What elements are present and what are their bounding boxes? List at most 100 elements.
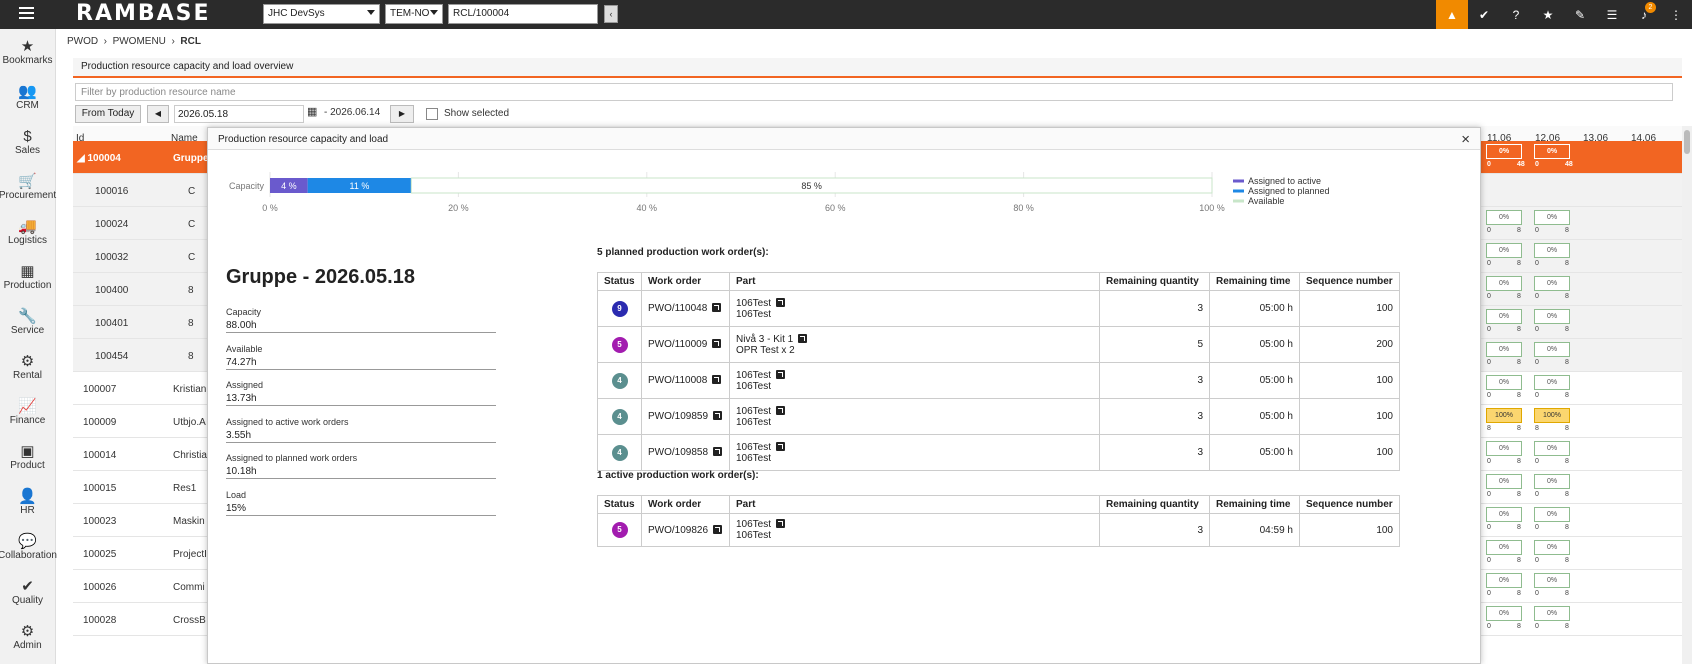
part-name[interactable]: 106Test <box>736 370 771 381</box>
warning-icon[interactable]: ▲ <box>1436 0 1468 29</box>
load-cell[interactable]: 0% 0 8 <box>1532 307 1572 337</box>
load-cell[interactable]: 100% 8 8 <box>1484 406 1524 436</box>
open-link-icon[interactable] <box>776 441 786 451</box>
filter-input[interactable]: Filter by production resource name <box>75 83 1673 101</box>
menu-icon[interactable] <box>19 7 34 20</box>
load-cell[interactable]: 0% 0 8 <box>1484 373 1524 403</box>
load-cell[interactable]: 0% 0 8 <box>1484 208 1524 238</box>
open-link-icon[interactable] <box>713 447 723 456</box>
open-link-icon[interactable] <box>713 524 723 534</box>
load-cell[interactable]: 0% 0 8 <box>1532 604 1572 634</box>
breadcrumb-pwod[interactable]: PWOD <box>67 36 98 47</box>
sequence-number: 100 <box>1299 398 1400 435</box>
sidebar-item-bookmarks[interactable]: ★ Bookmarks <box>0 29 55 74</box>
open-link-icon[interactable] <box>776 297 786 307</box>
work-order-link[interactable]: PWO/109826 <box>648 525 708 536</box>
part-name[interactable]: 106Test <box>736 406 771 417</box>
part-name[interactable]: 106Test <box>736 298 771 309</box>
check-circle-icon[interactable]: ✔ <box>1468 0 1500 29</box>
load-cell[interactable]: 0% 0 8 <box>1532 241 1572 271</box>
sidebar-item-crm[interactable]: 👥 CRM <box>0 74 55 119</box>
from-today-button[interactable]: From Today <box>75 105 141 123</box>
load-low: 0 <box>1535 359 1539 366</box>
more-icon[interactable]: ⋮ <box>1660 0 1692 29</box>
sidebar-item-finance[interactable]: 📈 Finance <box>0 389 55 434</box>
load-cell[interactable]: 0% 0 48 <box>1484 142 1525 172</box>
load-cell[interactable]: 0% 0 8 <box>1484 439 1524 469</box>
load-cell[interactable]: 0% 0 8 <box>1532 340 1572 370</box>
document-input[interactable]: RCL/100004 <box>448 4 598 24</box>
table-row[interactable]: 5 PWO/109826 106Test 106Test 3 04:59 h 100 <box>597 513 1400 547</box>
work-order-link[interactable]: PWO/109859 <box>648 411 708 422</box>
load-cell[interactable]: 0% 0 8 <box>1532 505 1572 535</box>
grid-scrollbar[interactable] <box>1682 126 1692 664</box>
table-row[interactable]: 4 PWO/109858 106Test 106Test 3 05:00 h 100 <box>597 434 1400 471</box>
load-cell[interactable]: 0% 0 8 <box>1532 472 1572 502</box>
close-icon[interactable]: × <box>1461 131 1470 148</box>
table-row[interactable]: 4 PWO/109859 106Test 106Test 3 05:00 h 100 <box>597 398 1400 435</box>
company-select[interactable]: JHC DevSys <box>263 4 380 24</box>
load-cell[interactable]: 0% 0 8 <box>1484 538 1524 568</box>
prev-button[interactable]: ◀ <box>147 105 169 123</box>
next-button[interactable]: ▶ <box>390 105 414 123</box>
open-link-icon[interactable] <box>712 375 722 384</box>
open-link-icon[interactable] <box>776 369 786 379</box>
part-name[interactable]: 106Test <box>736 519 771 530</box>
load-cell[interactable]: 0% 0 48 <box>1532 142 1573 172</box>
star-icon[interactable]: ★ <box>1532 0 1564 29</box>
rambase-logo[interactable]: RAMBASE <box>76 1 211 26</box>
work-order-link[interactable]: PWO/110009 <box>648 339 707 350</box>
sidebar-item-admin[interactable]: ⚙ Admin <box>0 614 55 659</box>
list-icon[interactable]: ☰ <box>1596 0 1628 29</box>
load-cell[interactable]: 0% 0 8 <box>1484 241 1524 271</box>
load-cell[interactable]: 0% 0 8 <box>1532 208 1572 238</box>
calendar-icon[interactable]: ▦ <box>307 105 317 118</box>
load-cell[interactable]: 0% 0 8 <box>1484 274 1524 304</box>
show-selected-checkbox[interactable] <box>426 108 438 120</box>
load-cell[interactable]: 0% 0 8 <box>1532 274 1572 304</box>
work-order-link[interactable]: PWO/110008 <box>648 375 707 386</box>
load-cell[interactable]: 0% 0 8 <box>1484 604 1524 634</box>
table-row[interactable]: 9 PWO/110048 106Test 106Test 3 05:00 h 100 <box>597 290 1400 327</box>
sidebar-item-logistics[interactable]: 🚚 Logistics <box>0 209 55 254</box>
back-button[interactable]: ‹ <box>604 5 618 23</box>
part-name[interactable]: Nivå 3 - Kit 1 <box>736 334 793 345</box>
load-cell[interactable]: 0% 0 8 <box>1484 571 1524 601</box>
open-link-icon[interactable] <box>713 411 723 420</box>
clip-icon[interactable]: ✎ <box>1564 0 1596 29</box>
locale-select[interactable]: TEM-NO <box>385 4 443 24</box>
help-icon[interactable]: ? <box>1500 0 1532 29</box>
load-cell[interactable]: 0% 0 8 <box>1484 472 1524 502</box>
work-order-link[interactable]: PWO/110048 <box>648 303 707 314</box>
load-cell[interactable]: 0% 0 8 <box>1532 538 1572 568</box>
load-cell[interactable]: 100% 8 8 <box>1532 406 1572 436</box>
table-row[interactable]: 4 PWO/110008 106Test 106Test 3 05:00 h 100 <box>597 362 1400 399</box>
open-link-icon[interactable] <box>776 519 786 528</box>
load-cell[interactable]: 0% 0 8 <box>1532 439 1572 469</box>
open-link-icon[interactable] <box>798 333 808 343</box>
sidebar-item-label: Service <box>10 324 45 336</box>
breadcrumb-pwomenu[interactable]: PWOMENU <box>113 36 166 47</box>
sidebar-item-service[interactable]: 🔧 Service <box>0 299 55 344</box>
work-order-link[interactable]: PWO/109858 <box>648 447 708 458</box>
load-cell[interactable]: 0% 0 8 <box>1484 340 1524 370</box>
load-cell[interactable]: 0% 0 8 <box>1484 505 1524 535</box>
open-link-icon[interactable] <box>776 405 786 415</box>
open-link-icon[interactable] <box>712 303 722 312</box>
bell-icon[interactable]: ♪ 2 <box>1628 0 1660 29</box>
table-row[interactable]: 5 PWO/110009 Nivå 3 - Kit 1 OPR Test x 2 5 05… <box>597 326 1400 363</box>
sidebar-item-procurement[interactable]: 🛒 Procurement <box>0 164 56 209</box>
part-name[interactable]: 106Test <box>736 442 771 453</box>
sidebar-item-sales[interactable]: $ Sales <box>0 119 55 164</box>
load-cell[interactable]: 0% 0 8 <box>1532 373 1572 403</box>
load-cell[interactable]: 0% 0 8 <box>1532 571 1572 601</box>
load-cell[interactable]: 0% 0 8 <box>1484 307 1524 337</box>
sidebar-item-collaboration[interactable]: 💬 Collaboration <box>0 524 57 569</box>
sidebar-item-rental[interactable]: ⚙ Rental <box>0 344 55 389</box>
sidebar-item-quality[interactable]: ✔ Quality <box>0 569 55 614</box>
sidebar-item-hr[interactable]: 👤 HR <box>0 479 55 524</box>
sidebar-item-production[interactable]: ▦ Production <box>0 254 55 299</box>
sidebar-item-product[interactable]: ▣ Product <box>0 434 55 479</box>
from-date-input[interactable]: 2026.05.18 <box>174 105 304 123</box>
open-link-icon[interactable] <box>712 339 722 348</box>
